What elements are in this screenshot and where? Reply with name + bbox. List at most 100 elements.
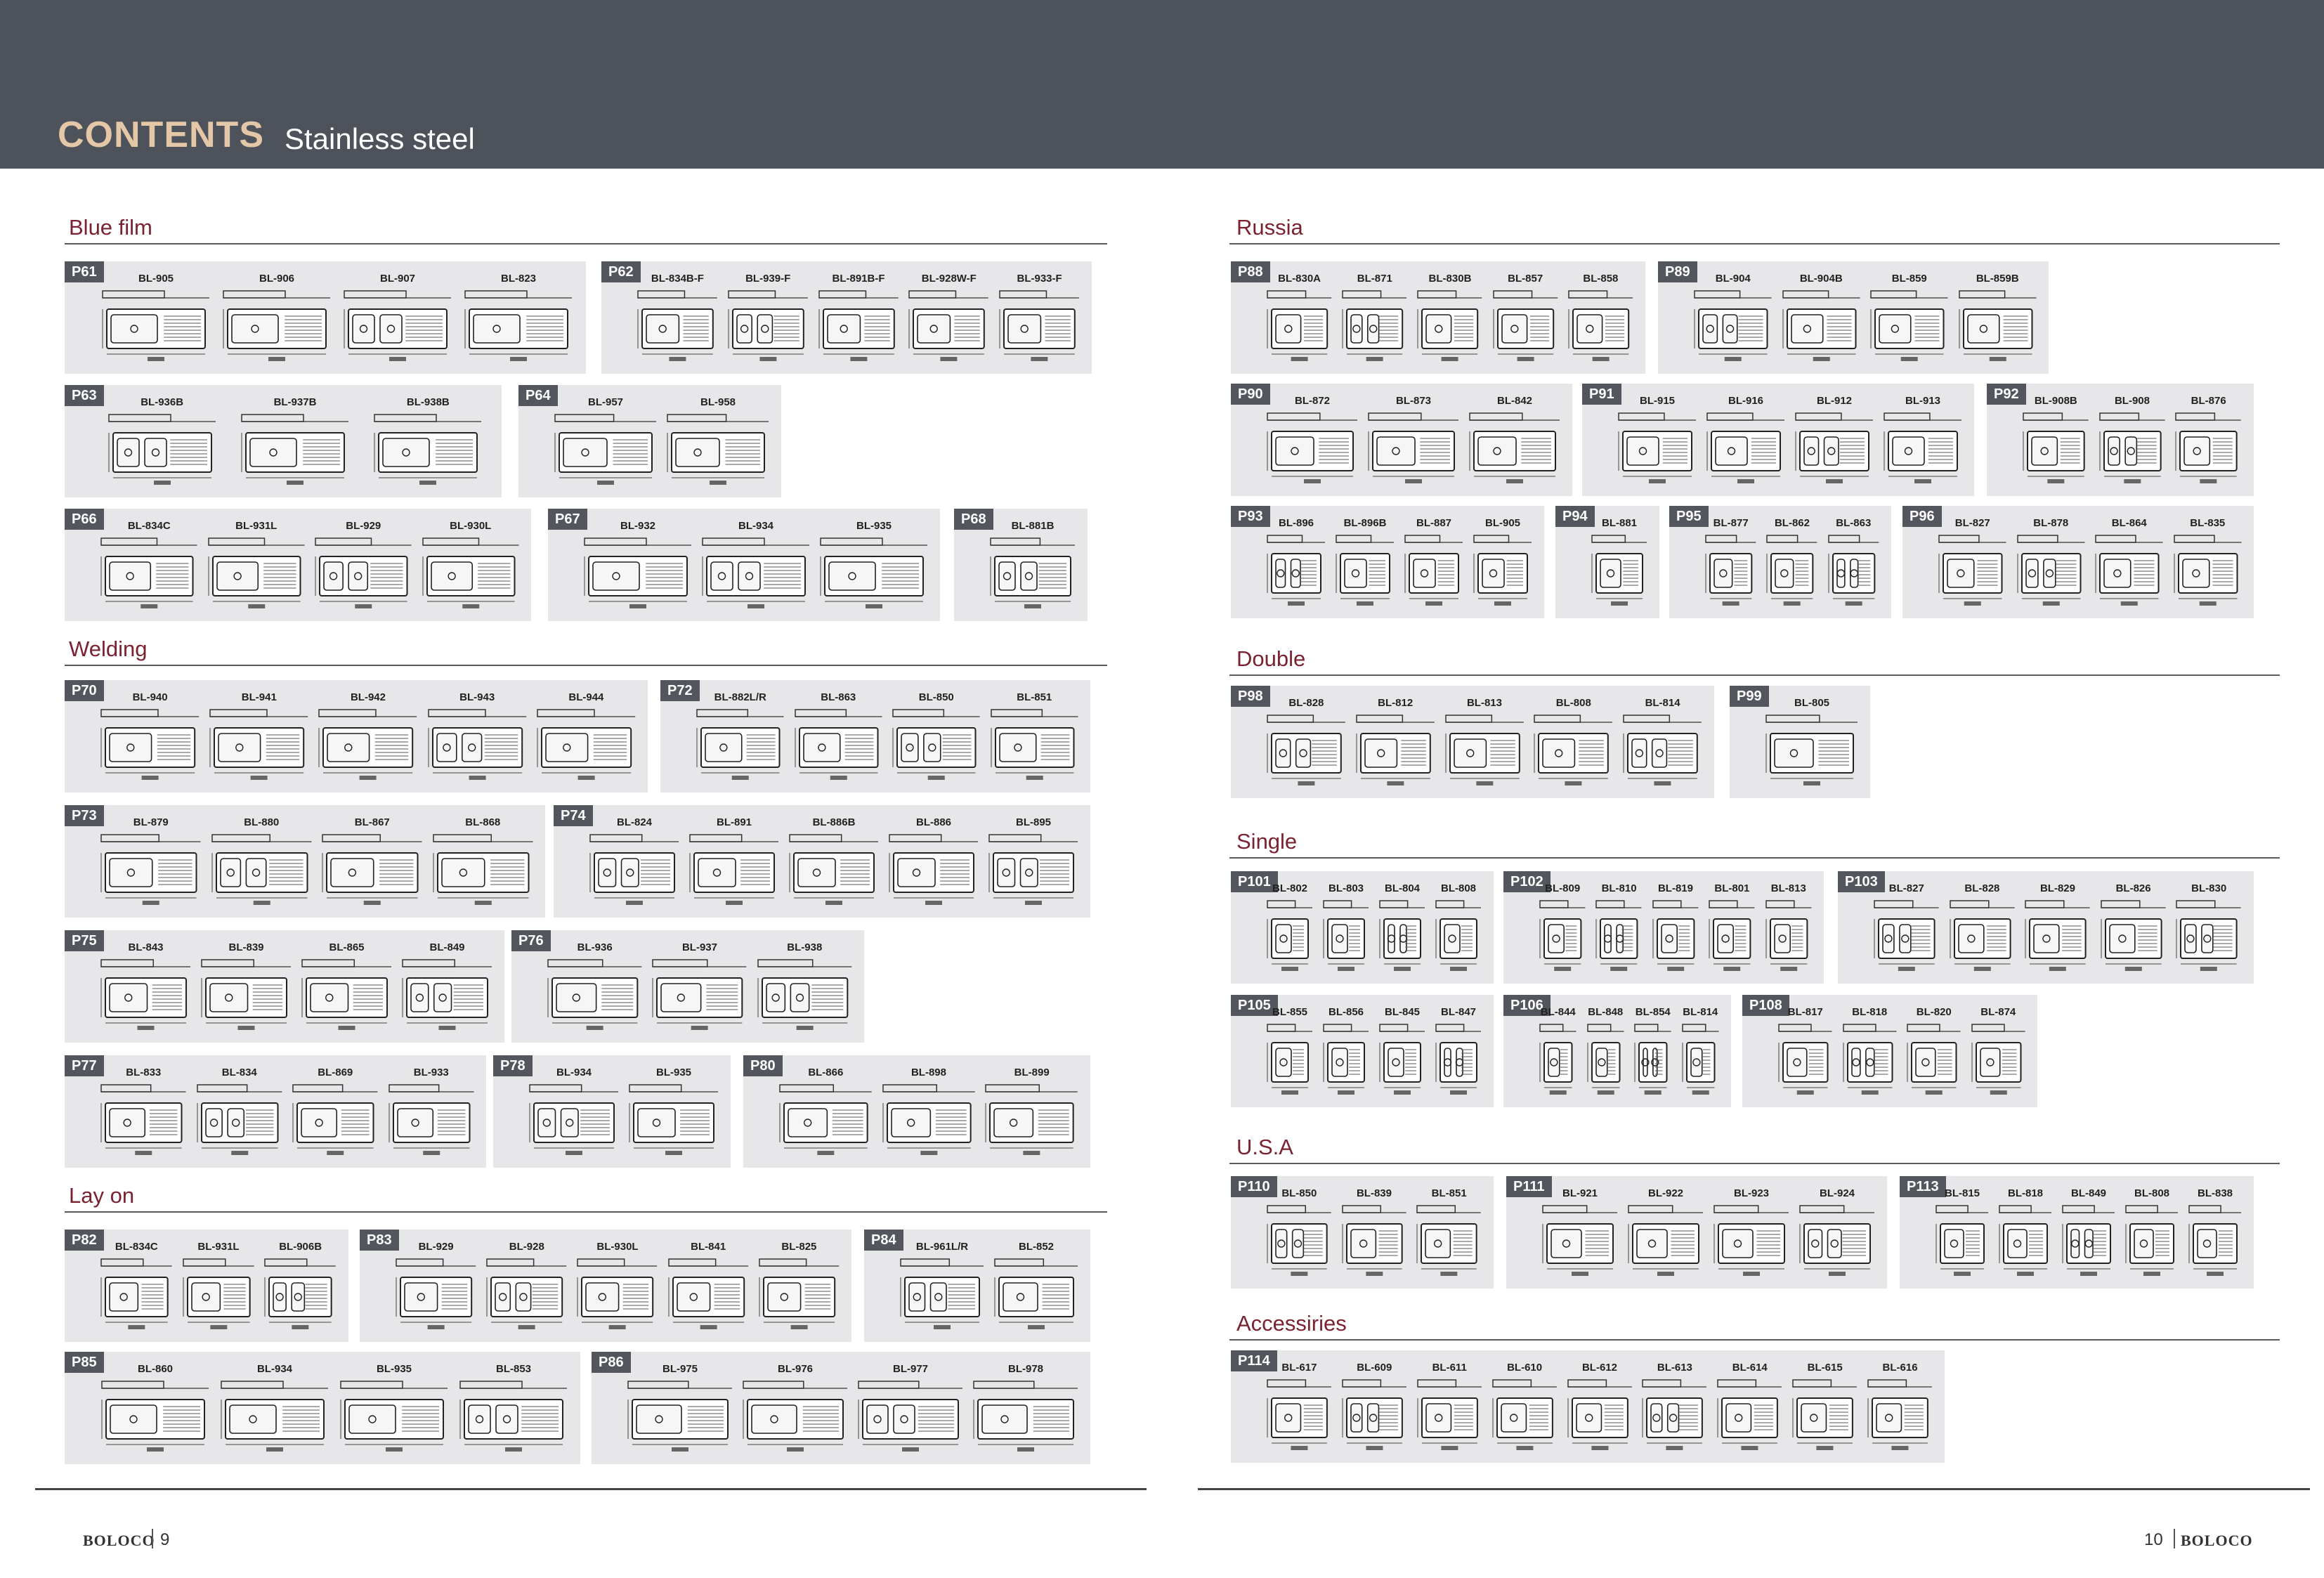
sink-item[interactable]: BL-878	[2015, 517, 2088, 613]
sink-item[interactable]: BL-828	[1947, 882, 2018, 978]
sink-item[interactable]: BL-908	[2097, 395, 2168, 490]
sink-item[interactable]: BL-938	[755, 941, 854, 1037]
sink-item[interactable]: BL-826	[2098, 882, 2169, 978]
sink-item[interactable]: BL-850	[890, 691, 983, 787]
sink-item[interactable]: BL-843	[98, 941, 193, 1037]
sink-item[interactable]: BL-916	[1704, 395, 1787, 490]
sink-item[interactable]: BL-899	[983, 1067, 1081, 1162]
sink-item[interactable]: BL-849	[400, 941, 495, 1037]
sink-item[interactable]: BL-820	[1905, 1006, 1964, 1102]
sink-item[interactable]: BL-921	[1540, 1187, 1620, 1283]
sink-item[interactable]: BL-804	[1377, 882, 1428, 978]
sink-item[interactable]: BL-932	[582, 520, 694, 615]
sink-item[interactable]: BL-929	[313, 520, 414, 615]
sink-item[interactable]: BL-958	[665, 396, 771, 492]
sink-item[interactable]: BL-815	[1933, 1187, 1991, 1283]
sink-item[interactable]: BL-976	[740, 1363, 850, 1459]
sink-item[interactable]: BL-915	[1616, 395, 1699, 490]
sink-item[interactable]: BL-834C	[98, 520, 200, 615]
sink-item[interactable]: BL-823	[462, 273, 575, 368]
sink-item[interactable]: BL-931L	[206, 520, 308, 615]
sink-item[interactable]: BL-830B	[1415, 273, 1484, 368]
sink-item[interactable]: BL-839	[1340, 1187, 1409, 1283]
sink-item[interactable]: BL-907	[341, 273, 454, 368]
sink-item[interactable]: BL-891B-F	[816, 273, 901, 368]
sink-item[interactable]: BL-941	[207, 691, 311, 787]
sink-item[interactable]: BL-876	[2173, 395, 2244, 490]
sink-item[interactable]: BL-808	[1433, 882, 1484, 978]
sink-item[interactable]: BL-817	[1776, 1006, 1835, 1102]
sink-item[interactable]: BL-849	[2060, 1187, 2117, 1283]
sink-item[interactable]: BL-612	[1565, 1362, 1635, 1457]
sink-item[interactable]: BL-905	[1471, 517, 1534, 613]
sink-item[interactable]: BL-813	[1443, 697, 1527, 793]
sink-item[interactable]: BL-801	[1706, 882, 1757, 978]
sink-item[interactable]: BL-839	[199, 941, 294, 1037]
sink-item[interactable]: BL-886	[887, 816, 981, 912]
sink-item[interactable]: BL-827	[1936, 517, 2009, 613]
sink-item[interactable]: BL-865	[299, 941, 394, 1037]
sink-item[interactable]: BL-610	[1490, 1362, 1560, 1457]
sink-item[interactable]: BL-930L	[575, 1241, 660, 1336]
sink-item[interactable]: BL-935	[627, 1067, 721, 1162]
sink-item[interactable]: BL-848	[1585, 1006, 1627, 1102]
sink-item[interactable]: BL-898	[880, 1067, 978, 1162]
sink-item[interactable]: BL-834B-F	[635, 273, 720, 368]
sink-item[interactable]: BL-851	[988, 691, 1081, 787]
sink-item[interactable]: BL-609	[1340, 1362, 1409, 1457]
sink-item[interactable]: BL-896B	[1333, 517, 1397, 613]
sink-item[interactable]: BL-904	[1692, 273, 1775, 368]
sink-item[interactable]: BL-868	[431, 816, 536, 912]
sink-item[interactable]: BL-928W-F	[906, 273, 991, 368]
sink-item[interactable]: BL-938B	[372, 396, 484, 492]
sink-item[interactable]: BL-830A	[1265, 273, 1334, 368]
sink-item[interactable]: BL-834C	[98, 1241, 175, 1336]
sink-item[interactable]: BL-944	[535, 691, 638, 787]
sink-item[interactable]: BL-857	[1491, 273, 1560, 368]
sink-item[interactable]: BL-824	[587, 816, 681, 912]
sink-item[interactable]: BL-858	[1566, 273, 1636, 368]
sink-item[interactable]: BL-853	[457, 1363, 570, 1459]
sink-item[interactable]: BL-834	[195, 1067, 285, 1162]
sink-item[interactable]: BL-879	[98, 816, 204, 912]
sink-item[interactable]: BL-615	[1790, 1362, 1860, 1457]
sink-item[interactable]: BL-935	[338, 1363, 450, 1459]
sink-item[interactable]: BL-922	[1626, 1187, 1706, 1283]
sink-item[interactable]: BL-895	[986, 816, 1081, 912]
sink-item[interactable]: BL-835	[2172, 517, 2245, 613]
sink-item[interactable]: BL-803	[1321, 882, 1371, 978]
sink-item[interactable]: BL-871	[1340, 273, 1409, 368]
sink-item[interactable]: BL-936B	[106, 396, 218, 492]
sink-item[interactable]: BL-961L/R	[898, 1241, 986, 1336]
sink-item[interactable]: BL-813	[1763, 882, 1814, 978]
sink-item[interactable]: BL-814	[1680, 1006, 1722, 1102]
sink-item[interactable]: BL-933	[386, 1067, 477, 1162]
sink-item[interactable]: BL-833	[98, 1067, 189, 1162]
sink-item[interactable]: BL-614	[1715, 1362, 1784, 1457]
sink-item[interactable]: BL-937	[650, 941, 749, 1037]
sink-item[interactable]: BL-934	[218, 1363, 331, 1459]
sink-item[interactable]: BL-847	[1433, 1006, 1484, 1102]
sink-item[interactable]: BL-975	[625, 1363, 735, 1459]
sink-item[interactable]: BL-934	[700, 520, 812, 615]
sink-item[interactable]: BL-978	[971, 1363, 1081, 1459]
sink-item[interactable]: BL-908B	[2021, 395, 2091, 490]
sink-item[interactable]: BL-934	[527, 1067, 621, 1162]
sink-item[interactable]: BL-829	[2023, 882, 2093, 978]
sink-item[interactable]: BL-802	[1265, 882, 1315, 978]
sink-item[interactable]: BL-882L/R	[694, 691, 787, 787]
sink-item[interactable]: BL-906	[221, 273, 333, 368]
sink-item[interactable]: BL-808	[1532, 697, 1615, 793]
sink-item[interactable]: BL-940	[98, 691, 202, 787]
sink-item[interactable]: BL-812	[1354, 697, 1437, 793]
sink-item[interactable]: BL-939-F	[726, 273, 811, 368]
sink-item[interactable]: BL-805	[1763, 697, 1860, 793]
sink-item[interactable]: BL-906B	[262, 1241, 339, 1336]
sink-item[interactable]: BL-866	[777, 1067, 875, 1162]
sink-item[interactable]: BL-810	[1593, 882, 1644, 978]
sink-item[interactable]: BL-873	[1366, 395, 1461, 490]
sink-item[interactable]: BL-886B	[787, 816, 881, 912]
sink-item[interactable]: BL-931L	[181, 1241, 257, 1336]
sink-item[interactable]: BL-862	[1764, 517, 1820, 613]
sink-item[interactable]: BL-924	[1797, 1187, 1877, 1283]
